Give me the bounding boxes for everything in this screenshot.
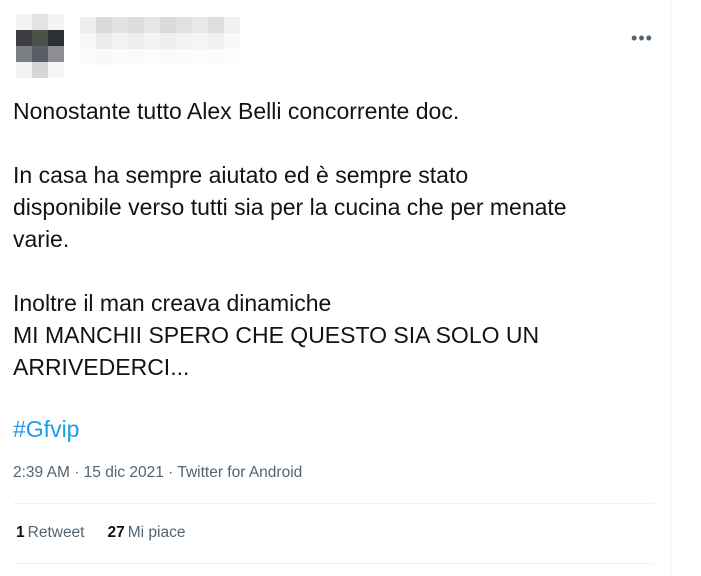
more-options-button[interactable]: ••• bbox=[626, 28, 658, 48]
retweets-stat[interactable]: 1 Retweet bbox=[16, 523, 85, 543]
likes-stat[interactable]: 27 Mi piace bbox=[108, 523, 186, 543]
avatar[interactable] bbox=[16, 14, 64, 78]
retweets-label: Retweet bbox=[27, 524, 85, 541]
tweet-time-link[interactable]: 2:39 AM · 15 dic 2021 bbox=[13, 464, 164, 481]
column-border bbox=[670, 0, 671, 576]
divider-bottom bbox=[13, 563, 654, 564]
tweet-meta: 2:39 AM · 15 dic 2021 · Twitter for Andr… bbox=[13, 463, 302, 483]
tweet-paragraph-2: In casa ha sempre aiutato ed è sempre st… bbox=[13, 162, 567, 252]
likes-count: 27 bbox=[107, 524, 125, 541]
hashtag-link[interactable]: #Gfvip bbox=[13, 413, 79, 445]
tweet-paragraph-3: Inoltre il man creava dinamiche MI MANCH… bbox=[13, 290, 540, 380]
divider-top bbox=[13, 503, 654, 504]
meta-separator: · bbox=[74, 464, 80, 481]
tweet-text: Nonostante tutto Alex Belli concorrente … bbox=[13, 95, 663, 383]
retweets-count: 1 bbox=[16, 524, 25, 541]
meta-separator: · bbox=[168, 464, 174, 481]
likes-label: Mi piace bbox=[127, 524, 186, 541]
author-name[interactable] bbox=[80, 17, 240, 65]
more-horizontal-icon: ••• bbox=[631, 28, 653, 48]
tweet-time: 2:39 AM bbox=[13, 464, 70, 481]
tweet-source-link[interactable]: Twitter for Android bbox=[177, 464, 302, 481]
tweet-paragraph-1: Nonostante tutto Alex Belli concorrente … bbox=[13, 98, 460, 124]
tweet-stats: 1 Retweet 27 Mi piace bbox=[16, 523, 185, 543]
tweet-date: 15 dic 2021 bbox=[83, 464, 164, 481]
